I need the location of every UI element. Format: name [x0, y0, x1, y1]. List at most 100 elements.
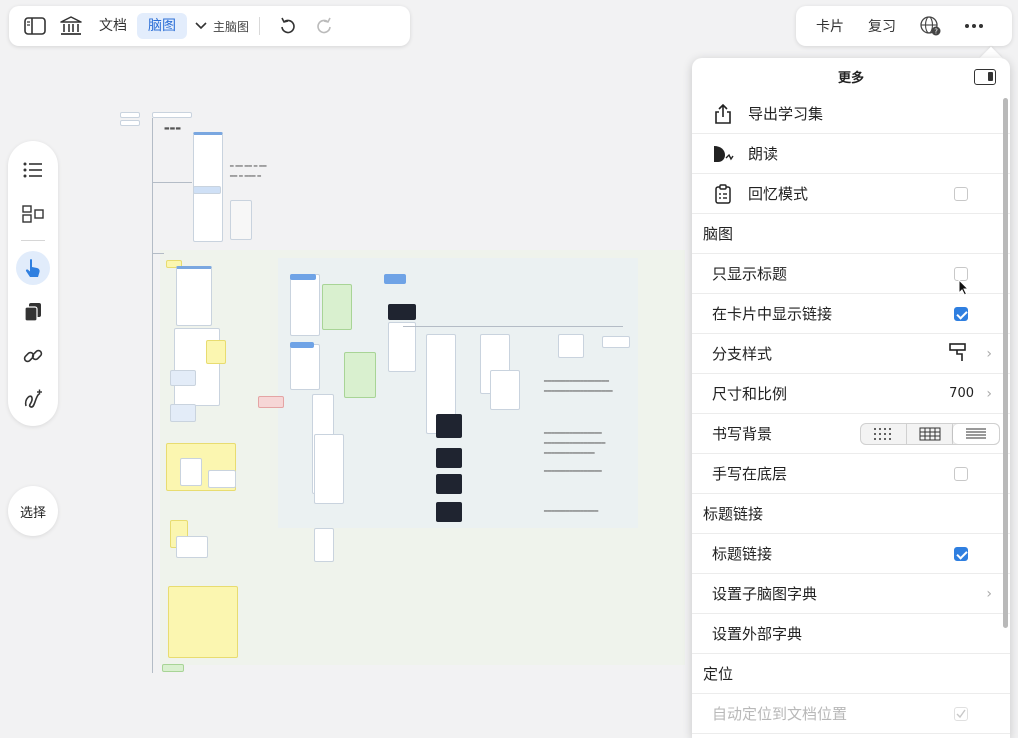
- main-mindmap-label: 主脑图: [213, 19, 250, 34]
- map-node: [168, 586, 238, 658]
- webdav-help-icon[interactable]: ?: [908, 11, 952, 41]
- auto-locate-label: 自动定位到文档位置: [712, 705, 848, 723]
- chevron-right-icon: ›: [986, 385, 992, 402]
- map-node: [322, 284, 352, 330]
- map-node: [193, 186, 221, 194]
- map-text: ━━━━━━━━━━━━━━━━━━━: [544, 388, 613, 395]
- recall-mode-checkbox[interactable]: [954, 186, 968, 201]
- chevron-right-icon: ›: [986, 345, 992, 362]
- read-aloud-label: 朗读: [748, 145, 779, 163]
- select-button[interactable]: 选择: [8, 486, 58, 536]
- library-icon[interactable]: [53, 11, 89, 41]
- dots-background-option[interactable]: [861, 423, 907, 444]
- map-node: [436, 502, 462, 522]
- map-node: [170, 404, 196, 422]
- mouse-cursor-icon: [958, 278, 970, 301]
- map-node: [290, 274, 320, 336]
- child-dictionary-label: 设置子脑图字典: [712, 585, 818, 603]
- title-link-row[interactable]: 标题链接: [692, 534, 1010, 574]
- map-text: ━━━━━━━━━━━━━━━━━: [544, 440, 606, 447]
- external-dictionary-row[interactable]: 设置外部字典: [692, 614, 1010, 654]
- map-node: [558, 334, 584, 358]
- map-node: [388, 322, 416, 372]
- map-text: ━━━━━━━━━━━━━━━━━━: [544, 378, 610, 385]
- map-node: [230, 200, 252, 240]
- tab-document[interactable]: 文档: [89, 13, 137, 39]
- pointer-hand-icon[interactable]: [16, 251, 50, 285]
- documents-icon[interactable]: [16, 295, 50, 329]
- map-node: [314, 434, 344, 504]
- outline-list-icon[interactable]: [16, 153, 50, 187]
- more-panel: 更多 导出学习集 朗读 回忆模式 脑图 只显示标题 在卡片中显示链接 分支样式: [692, 58, 1010, 738]
- export-study-set-row[interactable]: 导出学习集: [692, 94, 1010, 134]
- map-node: [258, 396, 284, 408]
- panel-scrollbar[interactable]: [1003, 98, 1008, 628]
- child-dictionary-row[interactable]: 设置子脑图字典 ›: [692, 574, 1010, 614]
- title-link-label: 标题链接: [712, 545, 773, 563]
- toolbar-divider: [259, 17, 261, 35]
- size-ratio-row[interactable]: 尺寸和比例 700 ›: [692, 374, 1010, 414]
- writing-background-row: 书写背景: [692, 414, 1010, 454]
- map-node: [344, 352, 376, 398]
- map-node: [152, 112, 192, 118]
- undo-icon[interactable]: [270, 11, 306, 41]
- freehand-curve-icon[interactable]: [16, 382, 50, 416]
- map-connector: [403, 326, 623, 327]
- map-text: ━━━━━━━━━━━━━━━: [544, 508, 599, 515]
- show-links-label: 在卡片中显示链接: [712, 305, 833, 323]
- recall-mode-row[interactable]: 回忆模式: [692, 174, 1010, 214]
- top-toolbar: 文档 脑图 主脑图: [9, 6, 410, 46]
- top-toolbar-right: 卡片 复习 ?: [796, 6, 1012, 46]
- grid-background-option[interactable]: [907, 423, 953, 444]
- auto-locate-checkbox[interactable]: [954, 706, 968, 721]
- auto-locate-row[interactable]: 自动定位到文档位置: [692, 694, 1010, 734]
- map-connector: [152, 118, 153, 673]
- map-connector: [152, 253, 164, 254]
- panel-header: 更多: [692, 58, 1010, 94]
- svg-text:?: ?: [934, 28, 938, 36]
- mindmap-canvas[interactable]: ▬▬▬ ━ ━━ ━━ ━ ━━ ━━ ━ ━━━ ━ ━━━━━━━━━━━━…: [118, 108, 685, 678]
- layout-icon[interactable]: [16, 197, 50, 231]
- writing-background-label: 书写背景: [712, 425, 773, 443]
- map-text: ▬▬▬: [164, 125, 182, 132]
- read-aloud-row[interactable]: 朗读: [692, 134, 1010, 174]
- read-aloud-icon: [712, 143, 734, 165]
- main-mindmap-dropdown[interactable]: 主脑图: [187, 18, 249, 35]
- sidebar-panel-icon[interactable]: [974, 69, 996, 85]
- map-text: ━━━━━━━━━━━━━━━━: [544, 468, 602, 475]
- section-locate-heading: 定位: [692, 654, 1010, 694]
- handwriting-bottom-row[interactable]: 手写在底层: [692, 454, 1010, 494]
- map-node: [170, 370, 196, 386]
- card-button[interactable]: 卡片: [804, 16, 856, 36]
- size-ratio-label: 尺寸和比例: [712, 385, 788, 403]
- map-node: [436, 414, 462, 438]
- sidebar-toggle-icon[interactable]: [17, 11, 53, 41]
- map-node: [162, 664, 184, 672]
- map-node: [290, 344, 320, 390]
- more-icon[interactable]: [952, 11, 996, 41]
- external-dictionary-label: 设置外部字典: [712, 625, 803, 643]
- chevron-right-icon: ›: [986, 585, 992, 602]
- review-button[interactable]: 复习: [856, 16, 908, 36]
- map-node: [388, 304, 416, 320]
- map-node: [180, 458, 202, 486]
- lines-background-option[interactable]: [953, 423, 999, 444]
- map-node: [490, 370, 520, 410]
- map-node: [208, 470, 236, 488]
- link-icon[interactable]: [16, 339, 50, 373]
- recall-mode-label: 回忆模式: [748, 185, 809, 203]
- handwriting-bottom-checkbox[interactable]: [954, 466, 968, 481]
- map-node: [206, 340, 226, 364]
- map-text: ━ ━━ ━━ ━ ━━: [230, 163, 267, 170]
- map-node: [290, 274, 316, 280]
- writing-background-selector: [860, 422, 1000, 445]
- tab-mindmap[interactable]: 脑图: [137, 13, 187, 39]
- clipboard-list-icon: [712, 183, 734, 205]
- title-link-checkbox[interactable]: [954, 546, 968, 561]
- sidebar-divider: [21, 240, 45, 242]
- redo-icon[interactable]: [306, 11, 342, 41]
- only-titles-label: 只显示标题: [712, 265, 788, 283]
- branch-style-row[interactable]: 分支样式 ›: [692, 334, 1010, 374]
- map-text: ━━ ━ ━━━ ━: [230, 173, 262, 180]
- show-links-checkbox[interactable]: [954, 306, 968, 321]
